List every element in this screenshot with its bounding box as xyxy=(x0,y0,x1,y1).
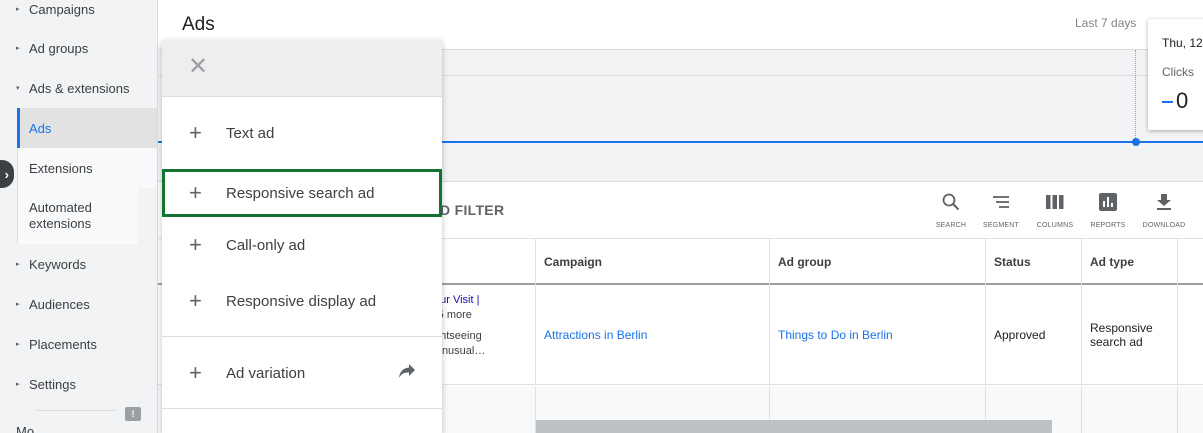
menu-item-label: Responsive display ad xyxy=(226,292,377,310)
sidebar-item-label: Automated extensions xyxy=(29,200,92,231)
caret-right-icon: ▸ xyxy=(16,381,20,388)
new-ad-menu: ✕ + Text ad + Responsive search ad + Cal… xyxy=(162,40,442,433)
sidebar-item-more[interactable]: Mo xyxy=(16,424,34,433)
sidebar-item-ads-extensions[interactable]: ▾ Ads & extensions xyxy=(0,68,157,108)
sidebar-subitem-ads[interactable]: Ads xyxy=(18,108,157,148)
caret-right-icon: ▸ xyxy=(16,341,20,348)
download-button[interactable]: DOWNLOAD xyxy=(1139,191,1189,229)
date-range[interactable]: Last 7 days xyxy=(1075,16,1136,30)
menu-item-label: Responsive search ad xyxy=(226,184,375,202)
campaign-link[interactable]: Attractions in Berlin xyxy=(535,285,769,385)
search-icon xyxy=(942,191,960,213)
sidebar-item-audiences[interactable]: ▸ Audiences xyxy=(0,284,157,324)
sidebar-item-campaigns[interactable]: ▸ Campaigns xyxy=(0,0,157,29)
empty-cell xyxy=(1177,285,1203,385)
plus-icon: + xyxy=(189,288,202,313)
columns-button[interactable]: COLUMNS xyxy=(1030,191,1080,229)
sidebar-item-label: Ads & extensions xyxy=(29,80,130,96)
caret-right-icon: ▸ xyxy=(16,6,20,13)
segment-button[interactable]: SEGMENT xyxy=(976,191,1026,229)
tooltip-value: 0 xyxy=(1176,88,1189,113)
column-header-ad-group[interactable]: Ad group xyxy=(769,239,985,285)
sidebar-divider xyxy=(36,410,116,411)
sidebar-item-label: Keywords xyxy=(29,256,87,272)
segment-icon xyxy=(991,191,1011,213)
chart-tooltip: Thu, 12 Clicks 0 xyxy=(1148,19,1203,130)
tool-label: COLUMNS xyxy=(1036,222,1074,229)
sidebar-item-label: Ad groups xyxy=(29,40,89,56)
tool-label: DOWNLOAD xyxy=(1142,222,1186,229)
menu-item-call-only-ad[interactable]: + Call-only ad xyxy=(162,217,442,273)
chart-hover-line xyxy=(1135,50,1136,140)
caret-right-icon: ▸ xyxy=(16,301,20,308)
menu-divider xyxy=(162,408,442,409)
column-header-ad-type[interactable]: Ad type xyxy=(1081,239,1177,285)
tooltip-date: Thu, 12 xyxy=(1162,36,1203,50)
menu-header: ✕ xyxy=(162,40,442,97)
chevron-right-icon: › xyxy=(4,166,9,182)
sidebar-item-label: Campaigns xyxy=(29,1,95,17)
tool-label: REPORTS xyxy=(1090,222,1126,229)
sidebar-item-keywords[interactable]: ▸ Keywords xyxy=(0,244,157,284)
page-title: Ads xyxy=(182,14,215,35)
menu-item-label: Ad variation xyxy=(226,364,306,382)
sidebar-subitem-extensions[interactable]: Extensions xyxy=(18,148,157,188)
close-icon[interactable]: ✕ xyxy=(188,55,208,79)
column-header-empty xyxy=(1177,239,1203,285)
menu-item-responsive-display-ad[interactable]: + Responsive display ad xyxy=(162,273,442,329)
caret-right-icon: ▸ xyxy=(16,261,20,268)
status-cell: Approved xyxy=(985,285,1081,385)
columns-icon xyxy=(1045,191,1065,213)
ad-group-link[interactable]: Things to Do in Berlin xyxy=(769,285,985,385)
sidebar-item-label: Audiences xyxy=(29,296,90,312)
tooltip-metric: Clicks xyxy=(1162,65,1194,79)
chart-data-point[interactable] xyxy=(1132,138,1140,146)
caret-down-icon: ▾ xyxy=(16,85,20,92)
sidebar-item-label: Placements xyxy=(29,336,97,352)
sidebar-subitem-automated-extensions[interactable]: Automated extensions xyxy=(18,188,138,244)
menu-item-text-ad[interactable]: + Text ad xyxy=(162,105,442,161)
cell-divider xyxy=(1081,386,1082,433)
menu-item-responsive-search-ad[interactable]: + Responsive search ad xyxy=(162,169,442,217)
sidebar-item-settings[interactable]: ▸ Settings xyxy=(0,364,157,404)
ad-type-cell: Responsive search ad xyxy=(1081,285,1177,385)
plus-icon: + xyxy=(189,232,202,257)
plus-icon: + xyxy=(189,120,202,145)
menu-divider xyxy=(162,336,442,337)
feedback-icon[interactable]: ! xyxy=(125,407,141,421)
search-button[interactable]: SEARCH xyxy=(926,191,976,229)
download-icon xyxy=(1156,191,1172,213)
cell-divider xyxy=(1177,386,1178,433)
sidebar-item-ad-groups[interactable]: ▸ Ad groups xyxy=(0,28,157,68)
share-arrow-icon xyxy=(398,363,416,383)
menu-item-label: Call-only ad xyxy=(226,236,306,254)
column-header-status[interactable]: Status xyxy=(985,239,1081,285)
horizontal-scrollbar[interactable] xyxy=(536,420,1052,433)
add-filter-button[interactable]: D FILTER xyxy=(440,202,504,218)
menu-item-label: Text ad xyxy=(226,124,275,142)
sidebar: ▸ Campaigns ▸ Ad groups ▾ Ads & extensio… xyxy=(0,0,158,433)
sidebar-item-label: Ads xyxy=(29,120,52,136)
column-header-campaign[interactable]: Campaign xyxy=(535,239,769,285)
active-indicator xyxy=(17,108,20,148)
tool-label: SEARCH xyxy=(935,222,967,229)
reports-icon xyxy=(1099,191,1117,213)
tool-label: SEGMENT xyxy=(982,222,1019,229)
reports-button[interactable]: REPORTS xyxy=(1083,191,1133,229)
menu-item-ad-variation[interactable]: + Ad variation xyxy=(162,345,442,401)
caret-right-icon: ▸ xyxy=(16,45,20,52)
sidebar-item-label: Settings xyxy=(29,376,76,392)
sidebar-item-label: Extensions xyxy=(29,160,93,176)
sidebar-item-placements[interactable]: ▸ Placements xyxy=(0,324,157,364)
series-legend-dash xyxy=(1162,101,1173,103)
plus-icon: + xyxy=(189,360,202,385)
plus-icon: + xyxy=(189,180,202,205)
